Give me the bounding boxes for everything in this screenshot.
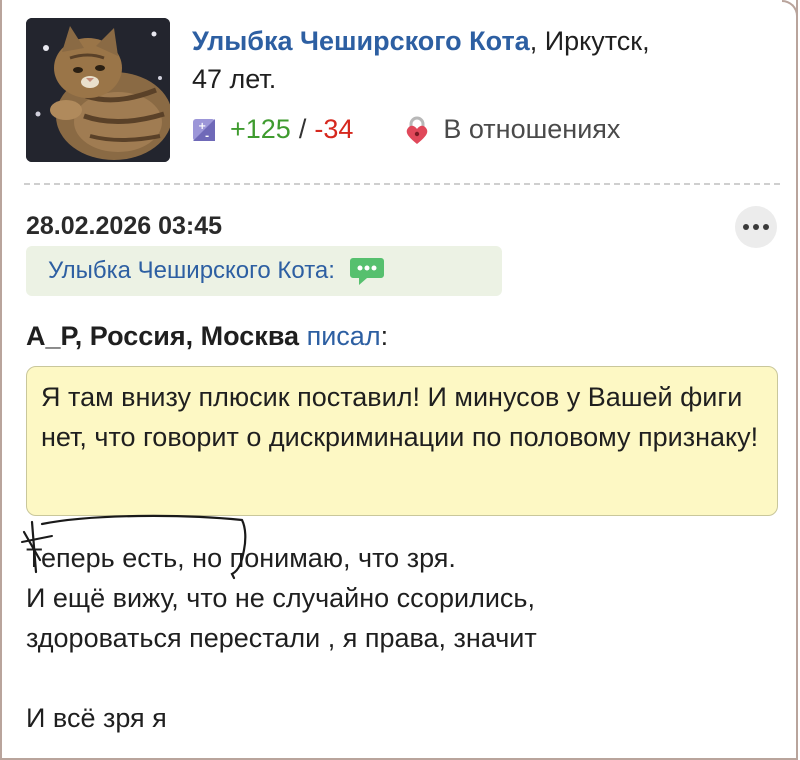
user-info: Улыбка Чеширского Кота, Иркутск, 47 лет.: [192, 22, 782, 98]
post-line: здороваться перестали , я права, значит: [26, 623, 537, 653]
heart-lock-icon: [407, 116, 428, 144]
dot-icon: [743, 224, 749, 230]
post-line: И ещё вижу, что не случайно ссорились,: [26, 583, 535, 613]
reply-to-label: Улыбка Чеширского Кота:: [48, 257, 335, 284]
dot-icon: [763, 224, 769, 230]
relationship-status-label: В отношениях: [443, 114, 621, 144]
quote-colon: :: [380, 321, 389, 351]
post-card: Улыбка Чеширского Кота, Иркутск, 47 лет.…: [0, 0, 798, 760]
karma-plus[interactable]: +125: [230, 114, 291, 145]
avatar[interactable]: [26, 18, 170, 162]
user-stats: + - +125 / -34 В отношениях: [192, 114, 620, 145]
relationship-status: В отношениях: [405, 114, 620, 145]
more-options-button[interactable]: [735, 206, 777, 248]
user-location: Иркутск,: [537, 26, 650, 56]
karma-separator: /: [298, 114, 307, 144]
karma-minus[interactable]: -34: [314, 114, 353, 145]
username-link[interactable]: Улыбка Чеширского Кота: [192, 26, 530, 56]
dot-icon: [753, 224, 759, 230]
quote-source-link[interactable]: писал: [307, 321, 381, 351]
karma-icon: + -: [193, 118, 215, 142]
quote-author: А_Р, Россия, Москва: [26, 321, 300, 351]
post-line: Теперь есть, но понимаю, что зря.: [26, 543, 456, 573]
svg-text:-: -: [205, 131, 209, 142]
post-body: Теперь есть, но понимаю, что зря. И ещё …: [26, 538, 786, 738]
reply-to-tag[interactable]: Улыбка Чеширского Кота:: [26, 246, 502, 296]
post-timestamp: 28.02.2026 03:45: [26, 212, 223, 240]
cat-avatar-image: [26, 18, 170, 162]
quote-box: Я там внизу плюсик поставил! И минусов у…: [26, 366, 778, 516]
divider: [24, 183, 780, 185]
post-line: И всё зря я: [26, 703, 167, 733]
quote-header: А_Р, Россия, Москва писал:: [26, 321, 388, 352]
user-age: 47 лет.: [192, 64, 277, 94]
chat-bubble-icon: [349, 258, 384, 285]
